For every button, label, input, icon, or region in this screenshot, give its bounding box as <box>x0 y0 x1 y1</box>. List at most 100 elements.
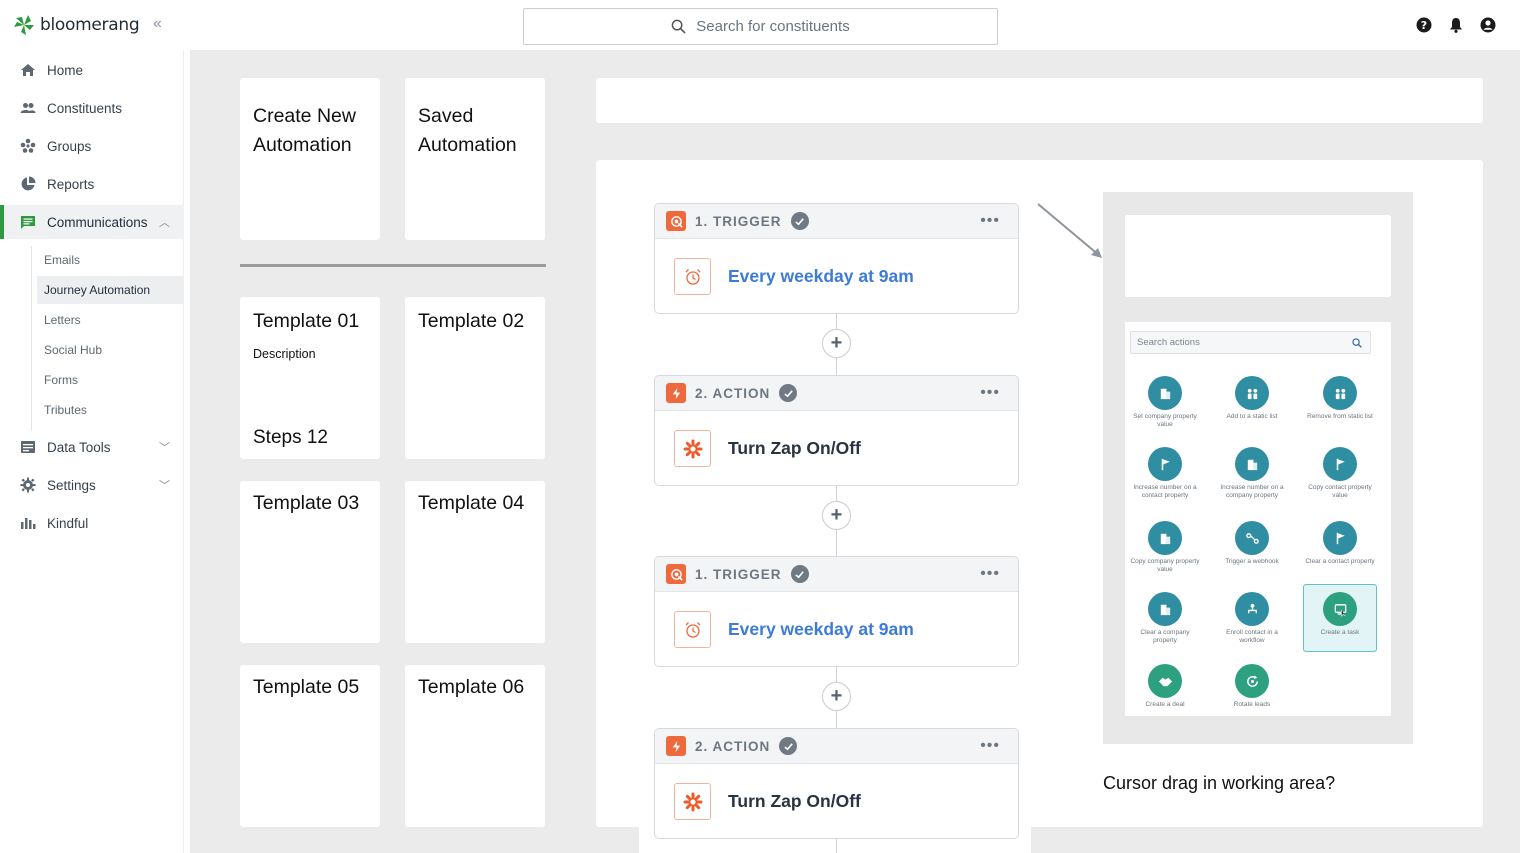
action-tile[interactable]: Create a deal <box>1128 661 1202 729</box>
search-actions-input[interactable]: Search actions <box>1130 331 1371 354</box>
more-options-icon[interactable]: ••• <box>980 212 1000 230</box>
action-tile[interactable]: Clear a company property <box>1128 589 1202 657</box>
action-tile[interactable]: Copy contact property value <box>1303 444 1377 512</box>
sidebar: Home Constituents Groups Reports Communi… <box>0 50 184 853</box>
create-automation-card[interactable]: Create New Automation <box>240 78 380 240</box>
flag-icon <box>1323 521 1357 555</box>
action-tile[interactable]: Add to a static list <box>1215 373 1289 441</box>
check-icon <box>790 565 809 583</box>
search-actions-placeholder: Search actions <box>1137 337 1200 348</box>
bolt-icon <box>666 736 686 756</box>
add-step-button[interactable]: + <box>822 329 851 358</box>
step-label: 1. TRIGGER <box>695 566 782 582</box>
subnav-emails[interactable]: Emails <box>37 246 184 274</box>
sidebar-item-label: Data Tools <box>47 439 111 455</box>
trigger-step[interactable]: 1. TRIGGER ••• Every weekday at 9am <box>654 203 1019 314</box>
action-tile[interactable]: Remove from static list <box>1303 373 1377 441</box>
building-icon <box>1148 521 1182 555</box>
sidebar-item-communications[interactable]: Communications ︿ <box>0 205 184 239</box>
add-step-button[interactable]: + <box>822 682 851 711</box>
template-title: Template 06 <box>418 676 525 698</box>
people-icon <box>20 100 36 116</box>
action-tile[interactable]: Increase number on a contact property <box>1128 444 1202 512</box>
message-icon <box>20 214 36 230</box>
subnav-forms[interactable]: Forms <box>37 366 184 394</box>
action-step[interactable]: 2. ACTION ••• Turn Zap On/Off <box>654 728 1019 839</box>
action-tile[interactable]: Copy company property value <box>1128 518 1202 586</box>
action-tile[interactable]: Trigger a webhook <box>1215 518 1289 586</box>
sidebar-item-home[interactable]: Home <box>0 53 184 87</box>
sidebar-item-data-tools[interactable]: Data Tools ﹀ <box>0 430 184 464</box>
bolt-icon <box>666 383 686 403</box>
sidebar-item-settings[interactable]: Settings ﹀ <box>0 468 184 502</box>
action-tile[interactable]: Increase number on a company property <box>1215 444 1289 512</box>
template-card-03[interactable]: Template 03 <box>240 481 380 643</box>
saved-automation-card[interactable]: Saved Automation <box>405 78 545 240</box>
action-label: Rotate leads <box>1233 701 1271 708</box>
trigger-step[interactable]: 1. TRIGGER ••• Every weekday at 9am <box>654 556 1019 667</box>
collapse-sidebar-icon[interactable]: « <box>153 15 162 33</box>
action-label: Copy company property value <box>1130 558 1200 573</box>
template-description: Description <box>253 347 316 361</box>
sidebar-item-kindful[interactable]: Kindful <box>0 506 184 540</box>
template-card-02[interactable]: Template 02 <box>405 297 545 459</box>
home-icon <box>20 62 36 78</box>
subnav-social-hub[interactable]: Social Hub <box>37 336 184 364</box>
template-card-01[interactable]: Template 01 Description Steps 12 <box>240 297 380 459</box>
card-title: Create New Automation <box>253 105 356 156</box>
building-icon <box>1148 592 1182 626</box>
more-options-icon[interactable]: ••• <box>980 384 1000 402</box>
bell-icon[interactable] <box>1448 17 1464 33</box>
constituent-search-input[interactable]: Search for constituents <box>523 8 998 45</box>
template-steps: Steps 12 <box>253 427 328 448</box>
submenu-rail <box>31 246 32 430</box>
template-title: Template 02 <box>418 310 525 332</box>
more-options-icon[interactable]: ••• <box>980 737 1000 755</box>
action-step[interactable]: 2. ACTION ••• Turn Zap On/Off <box>654 375 1019 486</box>
action-label: Increase number on a company property <box>1220 484 1284 499</box>
groups-icon <box>20 138 36 154</box>
action-tile[interactable]: Enroll contact in a workflow <box>1215 589 1289 657</box>
action-label: Clear a company property <box>1140 629 1190 644</box>
trigger-icon <box>666 564 686 584</box>
subnav-tributes[interactable]: Tributes <box>37 396 184 424</box>
action-tile[interactable]: Rotate leads <box>1215 661 1289 729</box>
sidebar-item-groups[interactable]: Groups <box>0 129 184 163</box>
step-summary: Every weekday at 9am <box>728 619 914 639</box>
zapier-asterisk-icon <box>674 430 711 467</box>
search-placeholder: Search for constituents <box>696 18 850 35</box>
bars-icon <box>20 515 36 531</box>
action-tile[interactable]: Set company property value <box>1128 373 1202 441</box>
subnav-letters[interactable]: Letters <box>37 306 184 334</box>
more-options-icon[interactable]: ••• <box>980 565 1000 583</box>
template-title: Template 04 <box>418 492 525 514</box>
sidebar-item-label: Home <box>47 62 84 78</box>
step-summary: Every weekday at 9am <box>728 266 914 286</box>
automation-name-bar[interactable] <box>596 78 1483 123</box>
template-title: Template 05 <box>253 676 360 698</box>
action-tile-selected[interactable]: Create a task <box>1303 584 1377 652</box>
action-tile[interactable]: Clear a contact property <box>1303 518 1377 586</box>
help-icon[interactable]: ? <box>1416 17 1432 33</box>
add-step-button[interactable]: + <box>822 501 851 530</box>
template-card-05[interactable]: Template 05 <box>240 665 380 827</box>
sidebar-item-label: Communications <box>47 214 148 230</box>
task-icon <box>1323 592 1357 626</box>
subnav-journey-automation[interactable]: Journey Automation <box>37 276 184 304</box>
user-icon[interactable] <box>1480 17 1496 33</box>
sidebar-item-constituents[interactable]: Constituents <box>0 91 184 125</box>
template-card-06[interactable]: Template 06 <box>405 665 545 827</box>
card-title: Saved Automation <box>418 105 517 156</box>
chevron-up-icon: ︿ <box>159 217 170 229</box>
flag-icon <box>1148 447 1182 481</box>
sidebar-item-reports[interactable]: Reports <box>0 167 184 201</box>
action-label: Copy contact property value <box>1308 484 1372 499</box>
brand-logo[interactable]: bloomerang <box>12 13 140 37</box>
template-card-04[interactable]: Template 04 <box>405 481 545 643</box>
sidebar-item-label: Settings <box>47 477 96 493</box>
pie-icon <box>20 176 36 192</box>
section-divider <box>240 264 546 267</box>
trigger-icon <box>666 211 686 231</box>
leaf-logo-icon <box>14 15 34 35</box>
rotate-icon <box>1235 664 1269 698</box>
